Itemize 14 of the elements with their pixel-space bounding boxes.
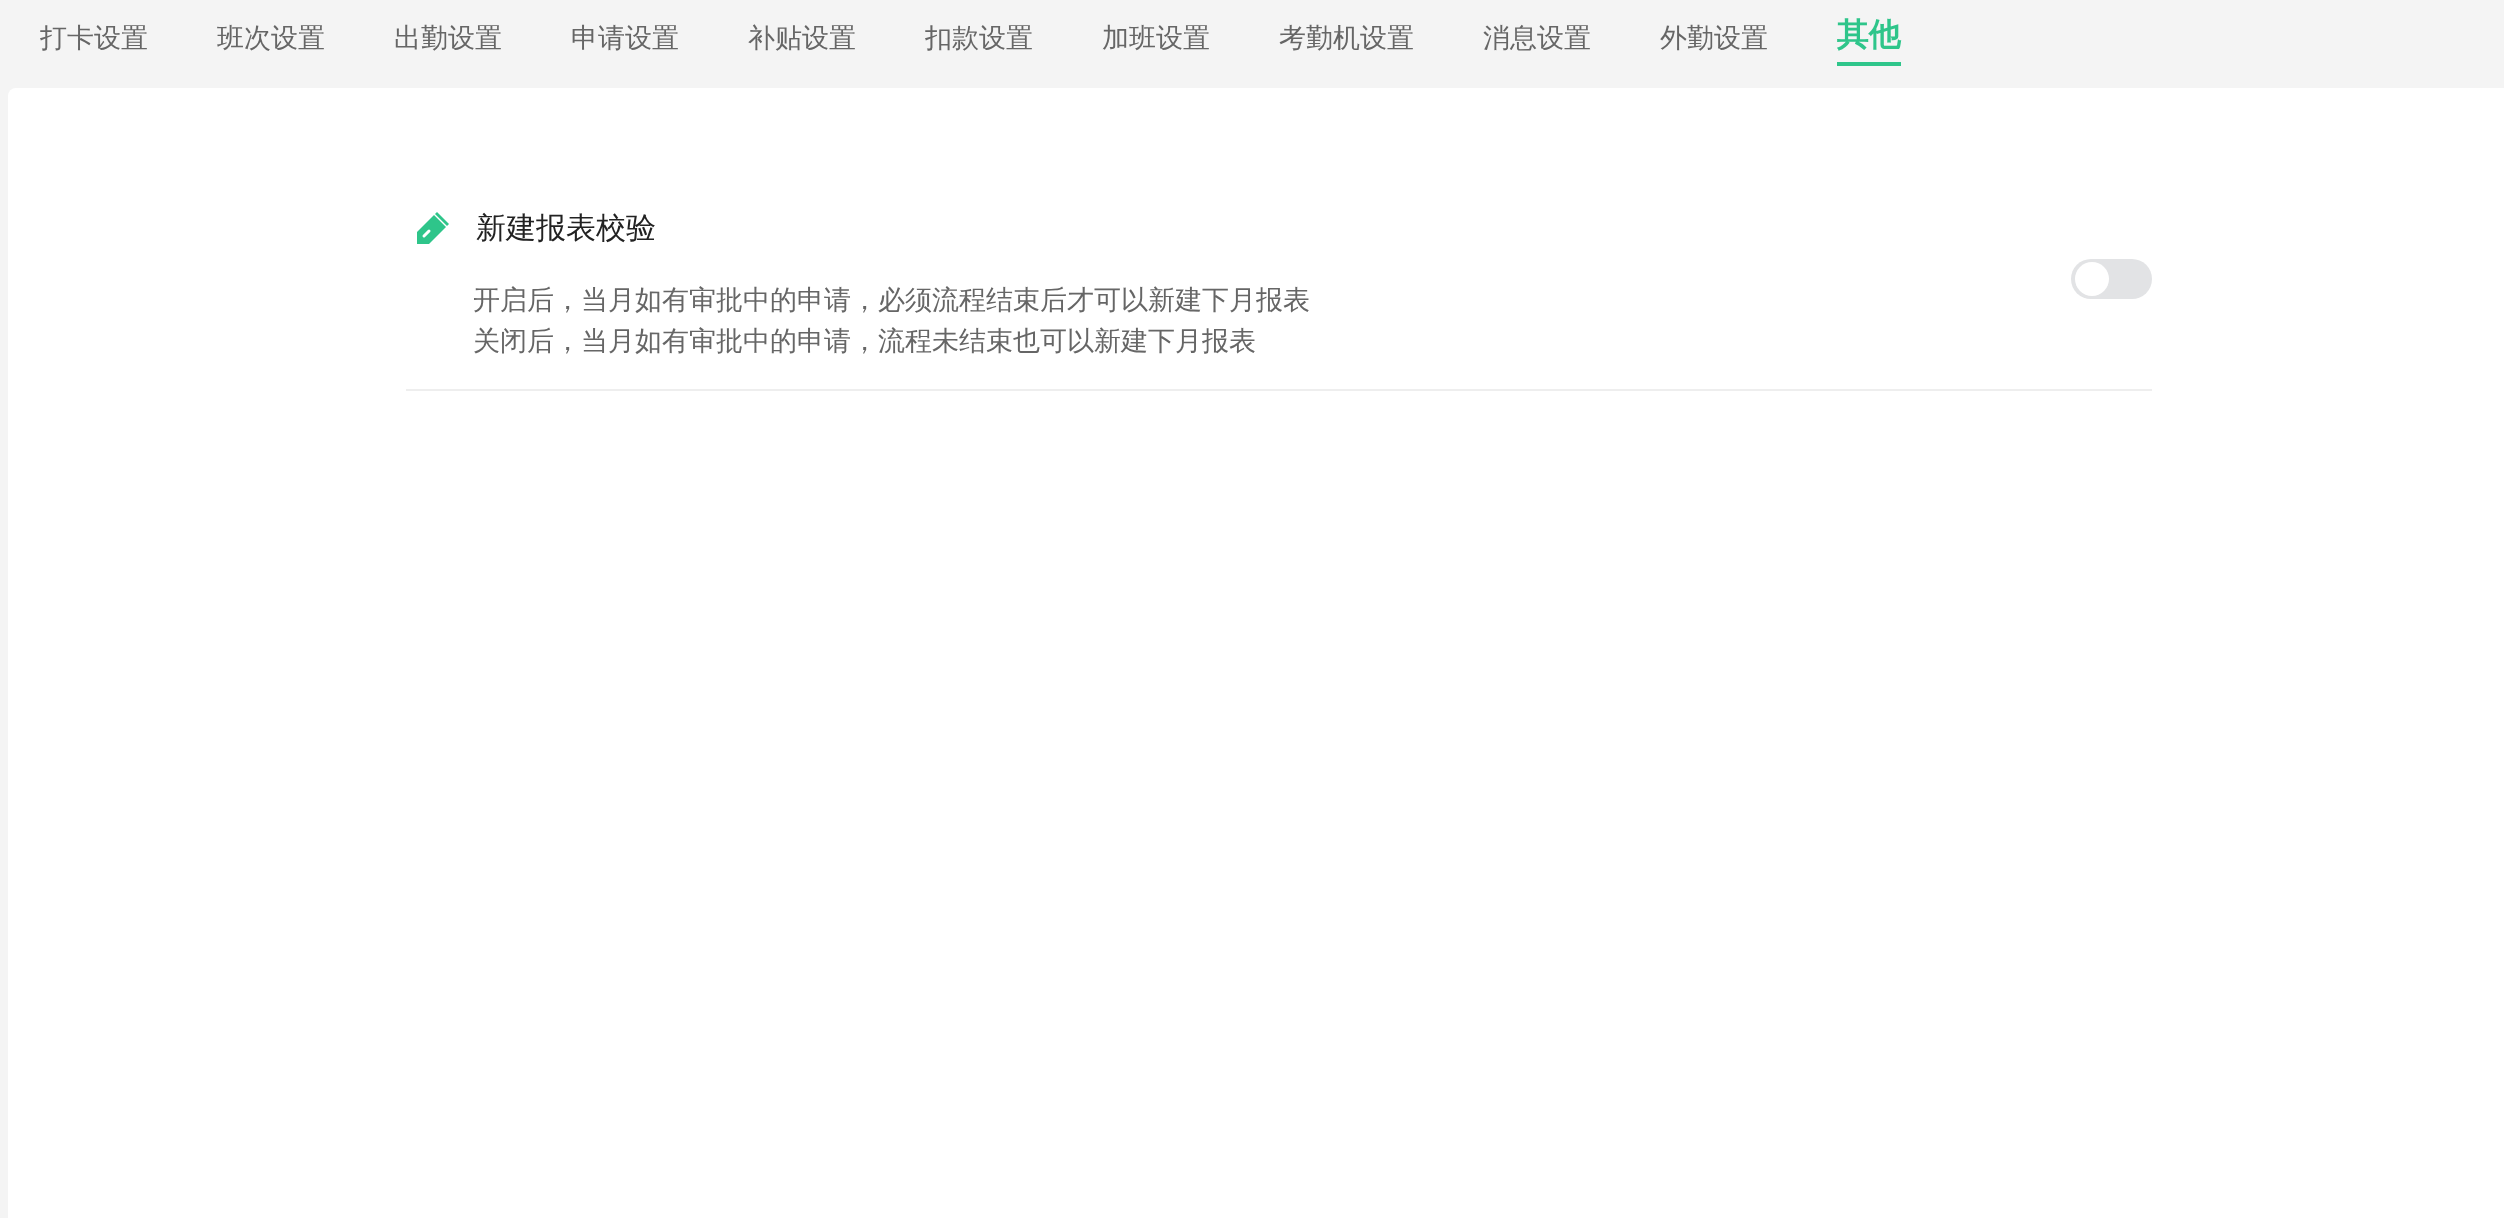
setting-description: 开启后，当月如有审批中的申请，必须流程结束后才可以新建下月报表: [473, 283, 1310, 317]
settings-tab[interactable]: 考勤机设置: [1279, 0, 1414, 70]
toggle-switch[interactable]: [2071, 259, 2152, 299]
setting-description: 关闭后，当月如有审批中的申请，流程未结束也可以新建下月报表: [473, 324, 1257, 358]
settings-tab[interactable]: 出勤设置: [394, 0, 502, 70]
settings-tab[interactable]: 加班设置: [1102, 0, 1210, 70]
settings-tab[interactable]: 扣款设置: [925, 0, 1033, 70]
settings-tab[interactable]: 申请设置: [571, 0, 679, 70]
setting-title: 新建报表校验: [476, 209, 656, 247]
settings-tab[interactable]: 补贴设置: [748, 0, 856, 70]
settings-tab[interactable]: 消息设置: [1483, 0, 1591, 70]
settings-tab[interactable]: 班次设置: [217, 0, 325, 70]
settings-tab[interactable]: 打卡设置: [40, 0, 148, 70]
settings-tab[interactable]: 外勤设置: [1660, 0, 1768, 70]
